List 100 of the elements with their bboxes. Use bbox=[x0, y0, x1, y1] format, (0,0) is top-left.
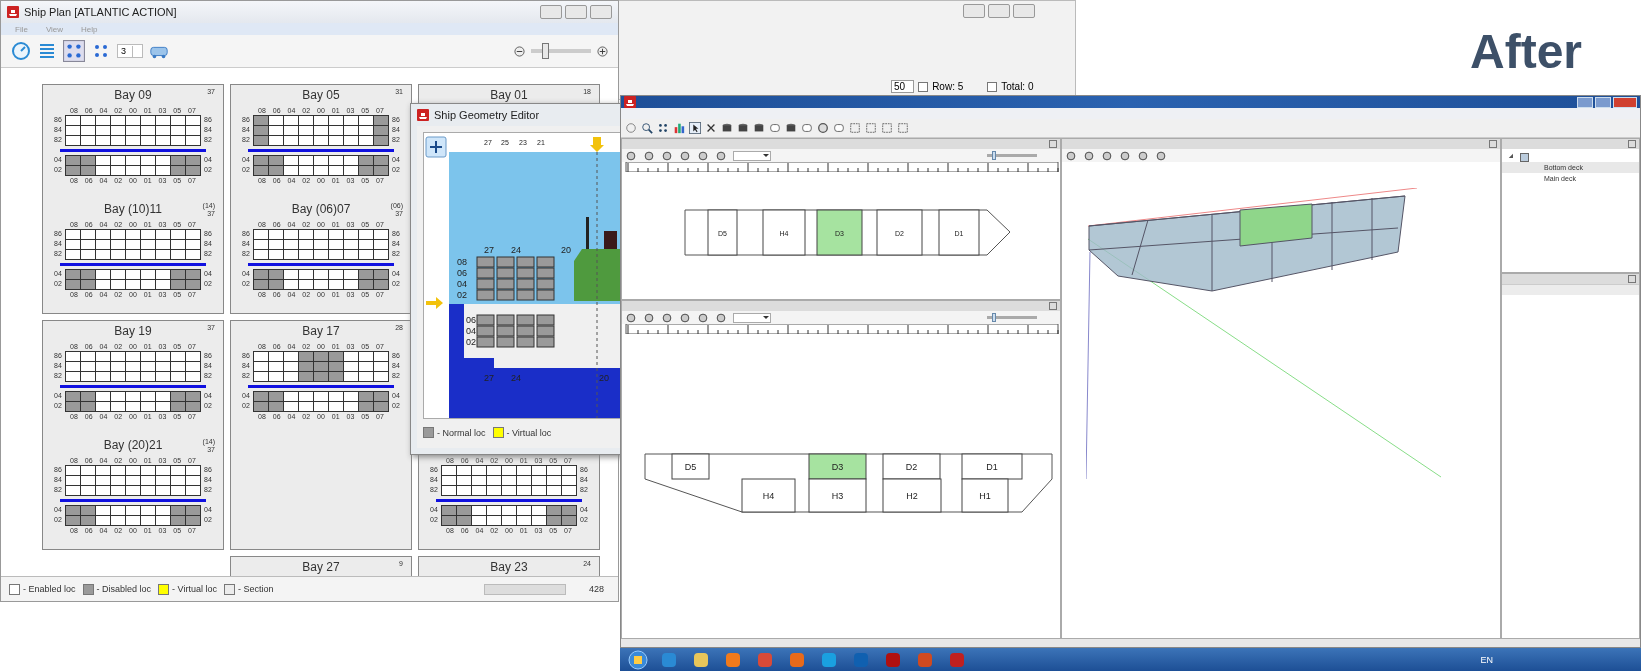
bay-slot[interactable] bbox=[329, 156, 343, 165]
bay-slot[interactable] bbox=[299, 372, 313, 381]
bay-slot[interactable] bbox=[284, 362, 298, 371]
bay-slot[interactable] bbox=[269, 126, 283, 135]
bay-slot[interactable] bbox=[374, 280, 388, 289]
bay-slot[interactable] bbox=[96, 362, 110, 371]
compartment[interactable]: D5 bbox=[671, 453, 710, 480]
bay-slot[interactable] bbox=[81, 506, 95, 515]
bay-slot[interactable] bbox=[502, 486, 516, 495]
bay-slot[interactable] bbox=[171, 506, 185, 515]
bay-slot[interactable] bbox=[156, 402, 170, 411]
bay-slot[interactable] bbox=[96, 466, 110, 475]
bay-slot[interactable] bbox=[141, 280, 155, 289]
bay-slot[interactable] bbox=[156, 156, 170, 165]
bay-slot[interactable] bbox=[171, 126, 185, 135]
bay-slot[interactable] bbox=[66, 166, 80, 175]
bay-slot[interactable] bbox=[171, 516, 185, 525]
bay-slot[interactable] bbox=[186, 392, 200, 401]
bay-slot[interactable] bbox=[156, 166, 170, 175]
bay-slot[interactable] bbox=[374, 156, 388, 165]
bay-slot[interactable] bbox=[141, 506, 155, 515]
bay-slot[interactable] bbox=[126, 466, 140, 475]
bay-slot[interactable] bbox=[156, 116, 170, 125]
bay-slot[interactable] bbox=[81, 156, 95, 165]
bay-slot[interactable] bbox=[344, 156, 358, 165]
bay-slot[interactable] bbox=[111, 270, 125, 279]
bay-slot[interactable] bbox=[344, 250, 358, 259]
bay-slot[interactable] bbox=[442, 506, 456, 515]
bay-slot[interactable] bbox=[66, 402, 80, 411]
bay-slot[interactable] bbox=[299, 166, 313, 175]
page-size-field[interactable]: 50 bbox=[891, 80, 915, 93]
bay-slot[interactable] bbox=[299, 230, 313, 239]
bay-slot[interactable] bbox=[344, 116, 358, 125]
bay-slot[interactable] bbox=[126, 156, 140, 165]
bay-slot[interactable] bbox=[111, 516, 125, 525]
bay-slot[interactable] bbox=[314, 240, 328, 249]
bay-slot[interactable] bbox=[254, 352, 268, 361]
bay-slot[interactable] bbox=[254, 156, 268, 165]
bay-slot[interactable] bbox=[66, 362, 80, 371]
bay-slot[interactable] bbox=[66, 280, 80, 289]
bay-slot[interactable] bbox=[254, 166, 268, 175]
bay-slot[interactable] bbox=[532, 486, 546, 495]
bay-slot[interactable] bbox=[269, 392, 283, 401]
bay-slot[interactable] bbox=[517, 466, 531, 475]
bay-slot[interactable] bbox=[111, 506, 125, 515]
bay-slot[interactable] bbox=[314, 126, 328, 135]
bay-slot[interactable] bbox=[547, 486, 561, 495]
bay-slot[interactable] bbox=[66, 486, 80, 495]
zoom-in-icon[interactable] bbox=[597, 45, 608, 57]
bay-slot[interactable] bbox=[547, 476, 561, 485]
bay-slot[interactable] bbox=[299, 126, 313, 135]
bay-slot[interactable] bbox=[111, 240, 125, 249]
bay-slot[interactable] bbox=[96, 516, 110, 525]
bay-slot[interactable] bbox=[269, 352, 283, 361]
bay-slot[interactable] bbox=[314, 352, 328, 361]
bay-slot[interactable] bbox=[562, 506, 576, 515]
bay-slot[interactable] bbox=[171, 270, 185, 279]
bay-slot[interactable] bbox=[344, 240, 358, 249]
bay-slot[interactable] bbox=[457, 506, 471, 515]
bay-slot[interactable] bbox=[284, 352, 298, 361]
language-indicator[interactable]: EN bbox=[1480, 654, 1493, 665]
bay-slot[interactable] bbox=[269, 230, 283, 239]
bay-slot[interactable] bbox=[96, 352, 110, 361]
bay-slot[interactable] bbox=[156, 372, 170, 381]
bay-slot[interactable] bbox=[487, 486, 501, 495]
bay-slot[interactable] bbox=[254, 392, 268, 401]
bay-slot[interactable] bbox=[66, 516, 80, 525]
bay-slot[interactable] bbox=[472, 466, 486, 475]
bay-slot[interactable] bbox=[186, 372, 200, 381]
cylinder-icon[interactable] bbox=[721, 122, 733, 134]
bay-slot[interactable] bbox=[81, 486, 95, 495]
bay-slot[interactable] bbox=[96, 486, 110, 495]
bay-slot[interactable] bbox=[329, 352, 343, 361]
compartment[interactable]: D3 bbox=[808, 453, 867, 480]
bay-slot[interactable] bbox=[457, 516, 471, 525]
bay-slot[interactable] bbox=[156, 516, 170, 525]
bay-slot[interactable] bbox=[344, 392, 358, 401]
bay-slot[interactable] bbox=[284, 392, 298, 401]
bay-slot[interactable] bbox=[156, 362, 170, 371]
bay-slot[interactable] bbox=[472, 516, 486, 525]
cross-icon[interactable] bbox=[705, 122, 717, 134]
bay-slot[interactable] bbox=[314, 116, 328, 125]
bay-slot[interactable] bbox=[472, 486, 486, 495]
bay-slot[interactable] bbox=[126, 240, 140, 249]
bay-slot[interactable] bbox=[81, 372, 95, 381]
bay-slot[interactable] bbox=[141, 352, 155, 361]
bay-slot[interactable] bbox=[344, 372, 358, 381]
bay-slot[interactable] bbox=[562, 466, 576, 475]
bay-slot[interactable] bbox=[81, 362, 95, 371]
bay-slot[interactable] bbox=[186, 280, 200, 289]
bay-slot[interactable] bbox=[269, 402, 283, 411]
bay-slot[interactable] bbox=[171, 402, 185, 411]
bay-slot[interactable] bbox=[344, 270, 358, 279]
bay-slot[interactable] bbox=[186, 156, 200, 165]
bay-slot[interactable] bbox=[374, 250, 388, 259]
bay-slot[interactable] bbox=[111, 466, 125, 475]
bay-slot[interactable] bbox=[269, 156, 283, 165]
bay-slot[interactable] bbox=[96, 126, 110, 135]
bay-slot[interactable] bbox=[299, 156, 313, 165]
bay-slot[interactable] bbox=[141, 486, 155, 495]
